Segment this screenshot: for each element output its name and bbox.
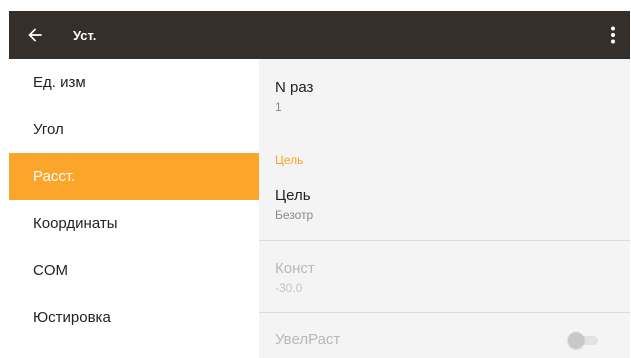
settings-category-menu: Ед. изм Угол Расст. Координаты COM Юстир… bbox=[9, 59, 259, 358]
menu-item-label: Угол bbox=[33, 121, 64, 138]
menu-item-label: Расст. bbox=[33, 168, 76, 185]
menu-item-label: Юстировка bbox=[33, 309, 111, 326]
menu-item-angle[interactable]: Угол bbox=[9, 106, 259, 153]
setting-label: УвелРаст bbox=[275, 331, 341, 348]
app-bar: Уст. bbox=[9, 11, 630, 59]
page-title: Уст. bbox=[73, 27, 97, 43]
menu-item-adjustment[interactable]: Юстировка bbox=[9, 294, 259, 341]
setting-label: Конст bbox=[275, 260, 315, 277]
menu-item-coordinates[interactable]: Координаты bbox=[9, 200, 259, 247]
setting-target[interactable]: Цель Безотр bbox=[275, 187, 313, 222]
back-button[interactable] bbox=[9, 11, 61, 59]
setting-const: Конст -30.0 bbox=[275, 260, 315, 295]
menu-item-label: Координаты bbox=[33, 215, 118, 232]
setting-increase-distance: УвелРаст bbox=[275, 331, 340, 348]
overflow-menu-button[interactable] bbox=[596, 11, 630, 59]
toggle-thumb bbox=[568, 332, 584, 348]
divider bbox=[259, 312, 630, 313]
section-header-target: Цель bbox=[275, 153, 304, 167]
setting-n-times[interactable]: N раз 1 bbox=[275, 79, 313, 114]
menu-item-label: Ед. изм bbox=[33, 74, 86, 91]
menu-item-units[interactable]: Ед. изм bbox=[9, 59, 259, 106]
setting-value: 1 bbox=[275, 100, 282, 114]
menu-item-distance[interactable]: Расст. bbox=[9, 153, 259, 200]
menu-item-label: COM bbox=[33, 262, 68, 279]
divider bbox=[259, 240, 630, 241]
more-vert-icon bbox=[611, 26, 615, 44]
setting-value: Безотр bbox=[275, 208, 314, 222]
setting-label: N раз bbox=[275, 79, 314, 96]
settings-screen: Уст. Ед. изм Угол Расст. Координаты COM … bbox=[0, 0, 631, 358]
settings-detail-pane: N раз 1 Цель Цель Безотр Конст -30.0 Уве… bbox=[259, 59, 630, 358]
increase-distance-toggle[interactable] bbox=[568, 332, 600, 348]
setting-label: Цель bbox=[275, 187, 311, 204]
setting-value: -30.0 bbox=[275, 281, 303, 295]
arrow-back-icon bbox=[28, 28, 42, 42]
menu-item-com[interactable]: COM bbox=[9, 247, 259, 294]
